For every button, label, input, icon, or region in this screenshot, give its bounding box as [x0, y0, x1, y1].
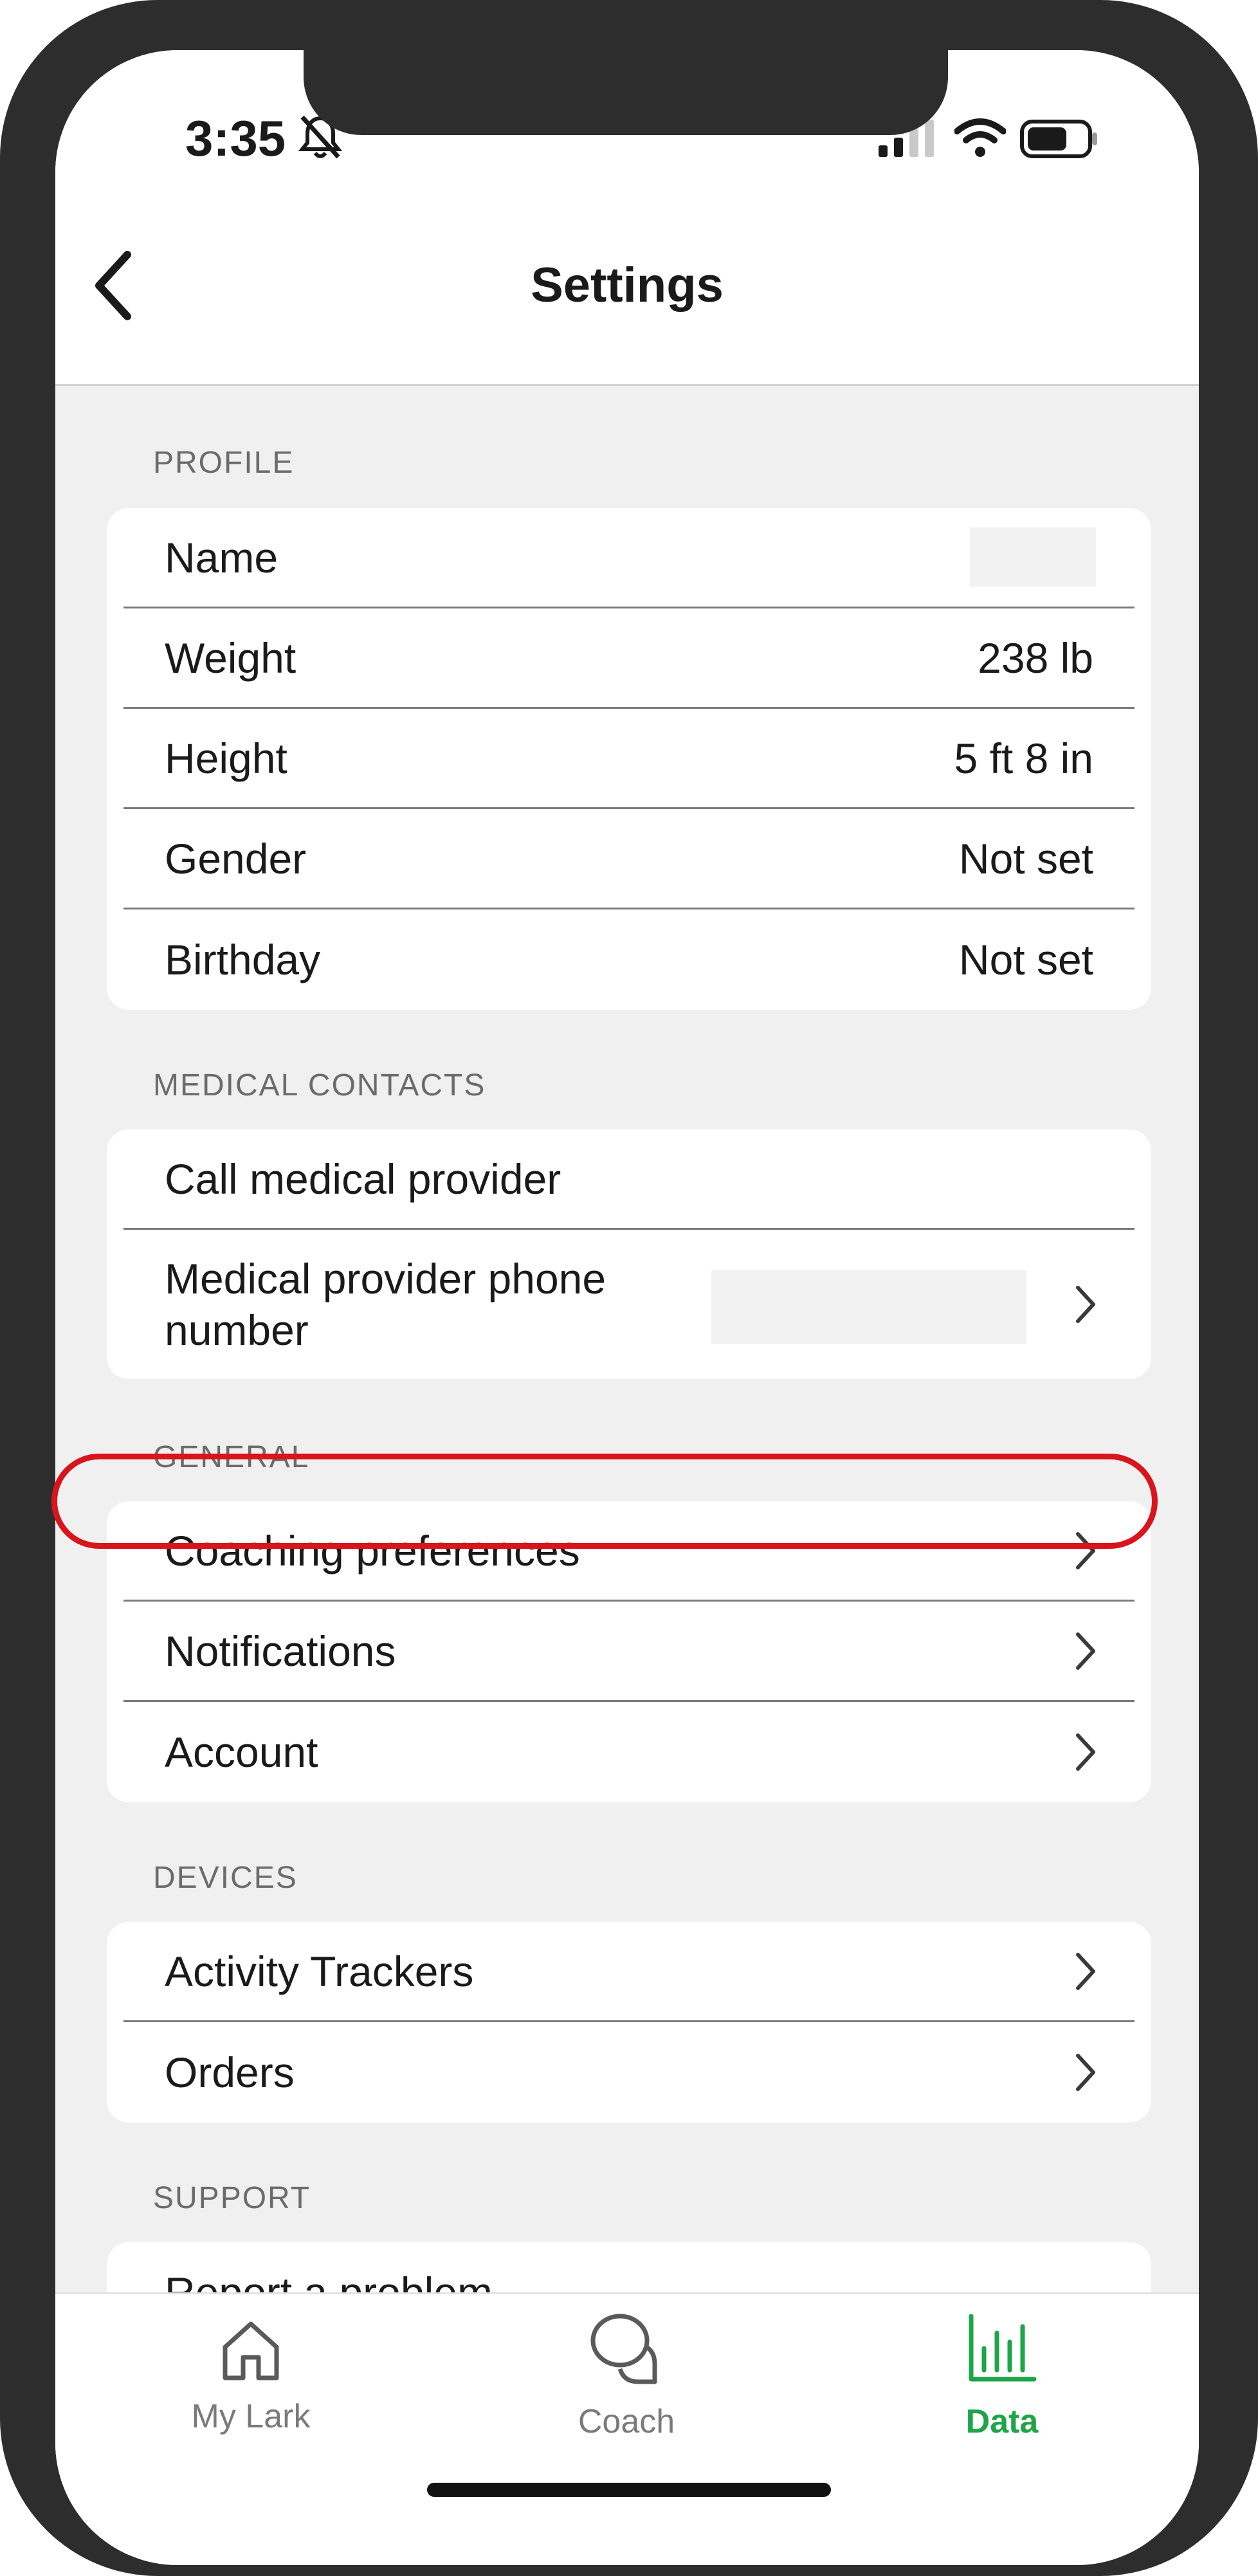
tab-label: Coach: [578, 2403, 675, 2440]
row-notifications[interactable]: Notifications: [123, 1602, 1135, 1702]
row-label: Notifications: [165, 1627, 396, 1675]
bar-chart-icon: [969, 2314, 1037, 2382]
device-notch: [304, 50, 948, 135]
row-label: Orders: [165, 2049, 295, 2096]
row-label: Weight: [165, 634, 296, 682]
section-header-devices: DEVICES: [153, 1861, 298, 1895]
row-label: Height: [165, 734, 287, 782]
row-label: Coaching preferences: [165, 1526, 580, 1575]
redacted-phone-value: [711, 1270, 1026, 1344]
battery-icon: [1020, 120, 1097, 158]
section-header-general: GENERAL: [153, 1440, 310, 1474]
chevron-right-icon: [1076, 1531, 1095, 1569]
row-label: Gender: [165, 834, 307, 882]
row-value: Not set: [958, 834, 1093, 882]
row-birthday[interactable]: Birthday Not set: [123, 909, 1135, 1010]
tab-data[interactable]: Data: [867, 2294, 1137, 2487]
row-orders[interactable]: Orders: [123, 2022, 1135, 2123]
row-label: Birthday: [165, 936, 321, 983]
row-label: Call medical provider: [165, 1155, 561, 1203]
tab-label: My Lark: [191, 2398, 311, 2435]
home-indicator: [427, 2483, 831, 2497]
chevron-right-icon: [1076, 1286, 1095, 1323]
row-gender[interactable]: Gender Not set: [123, 809, 1135, 909]
row-label: Medical provider phone number: [165, 1255, 606, 1354]
row-coaching-preferences[interactable]: Coaching preferences: [123, 1501, 1135, 1602]
row-value: Not set: [958, 936, 1093, 983]
profile-card: Name Weight 238 lb Height 5 ft 8 in Gend…: [107, 508, 1151, 1010]
row-call-medical-provider[interactable]: Call medical provider: [123, 1129, 1135, 1230]
chat-bubbles-icon: [590, 2314, 657, 2384]
row-activity-trackers[interactable]: Activity Trackers: [123, 1922, 1135, 2022]
app-screen: 3:35 Settings PROFILE Name Weight 238 lb…: [55, 50, 1199, 2565]
row-label: Activity Trackers: [165, 1947, 474, 1995]
row-value: 238 lb: [978, 634, 1093, 682]
navigation-bar: Settings: [55, 185, 1199, 386]
tab-bar: My Lark Coach Data: [55, 2292, 1199, 2565]
row-height[interactable]: Height 5 ft 8 in: [123, 709, 1135, 809]
chevron-right-icon: [1076, 1952, 1095, 1990]
general-card: Coaching preferences Notifications Accou…: [107, 1501, 1151, 1802]
section-header-profile: PROFILE: [153, 446, 295, 480]
row-weight[interactable]: Weight 238 lb: [123, 608, 1135, 709]
tab-coach[interactable]: Coach: [491, 2294, 761, 2487]
row-label: Name: [165, 533, 278, 581]
chevron-right-icon: [1076, 1632, 1095, 1670]
home-icon: [223, 2321, 279, 2380]
devices-card: Activity Trackers Orders: [107, 1922, 1151, 2123]
page-title: Settings: [531, 258, 724, 313]
section-header-support: SUPPORT: [153, 2181, 311, 2215]
row-account[interactable]: Account: [123, 1702, 1135, 1802]
row-medical-provider-phone[interactable]: Medical provider phone number: [123, 1230, 1135, 1379]
section-header-medical-contacts: MEDICAL CONTACTS: [153, 1068, 486, 1102]
wifi-icon: [954, 118, 1006, 157]
status-time: 3:35: [185, 110, 286, 167]
row-value: 5 ft 8 in: [954, 734, 1093, 782]
row-name[interactable]: Name: [123, 508, 1135, 608]
chevron-right-icon: [1076, 2054, 1095, 2091]
row-label: Account: [165, 1728, 318, 1776]
medical-contacts-card: Call medical provider Medical provider p…: [107, 1129, 1151, 1379]
redacted-name-value: [970, 527, 1096, 587]
chevron-right-icon: [1076, 1733, 1095, 1771]
tab-my-lark[interactable]: My Lark: [116, 2294, 386, 2487]
tab-label: Data: [965, 2403, 1039, 2440]
